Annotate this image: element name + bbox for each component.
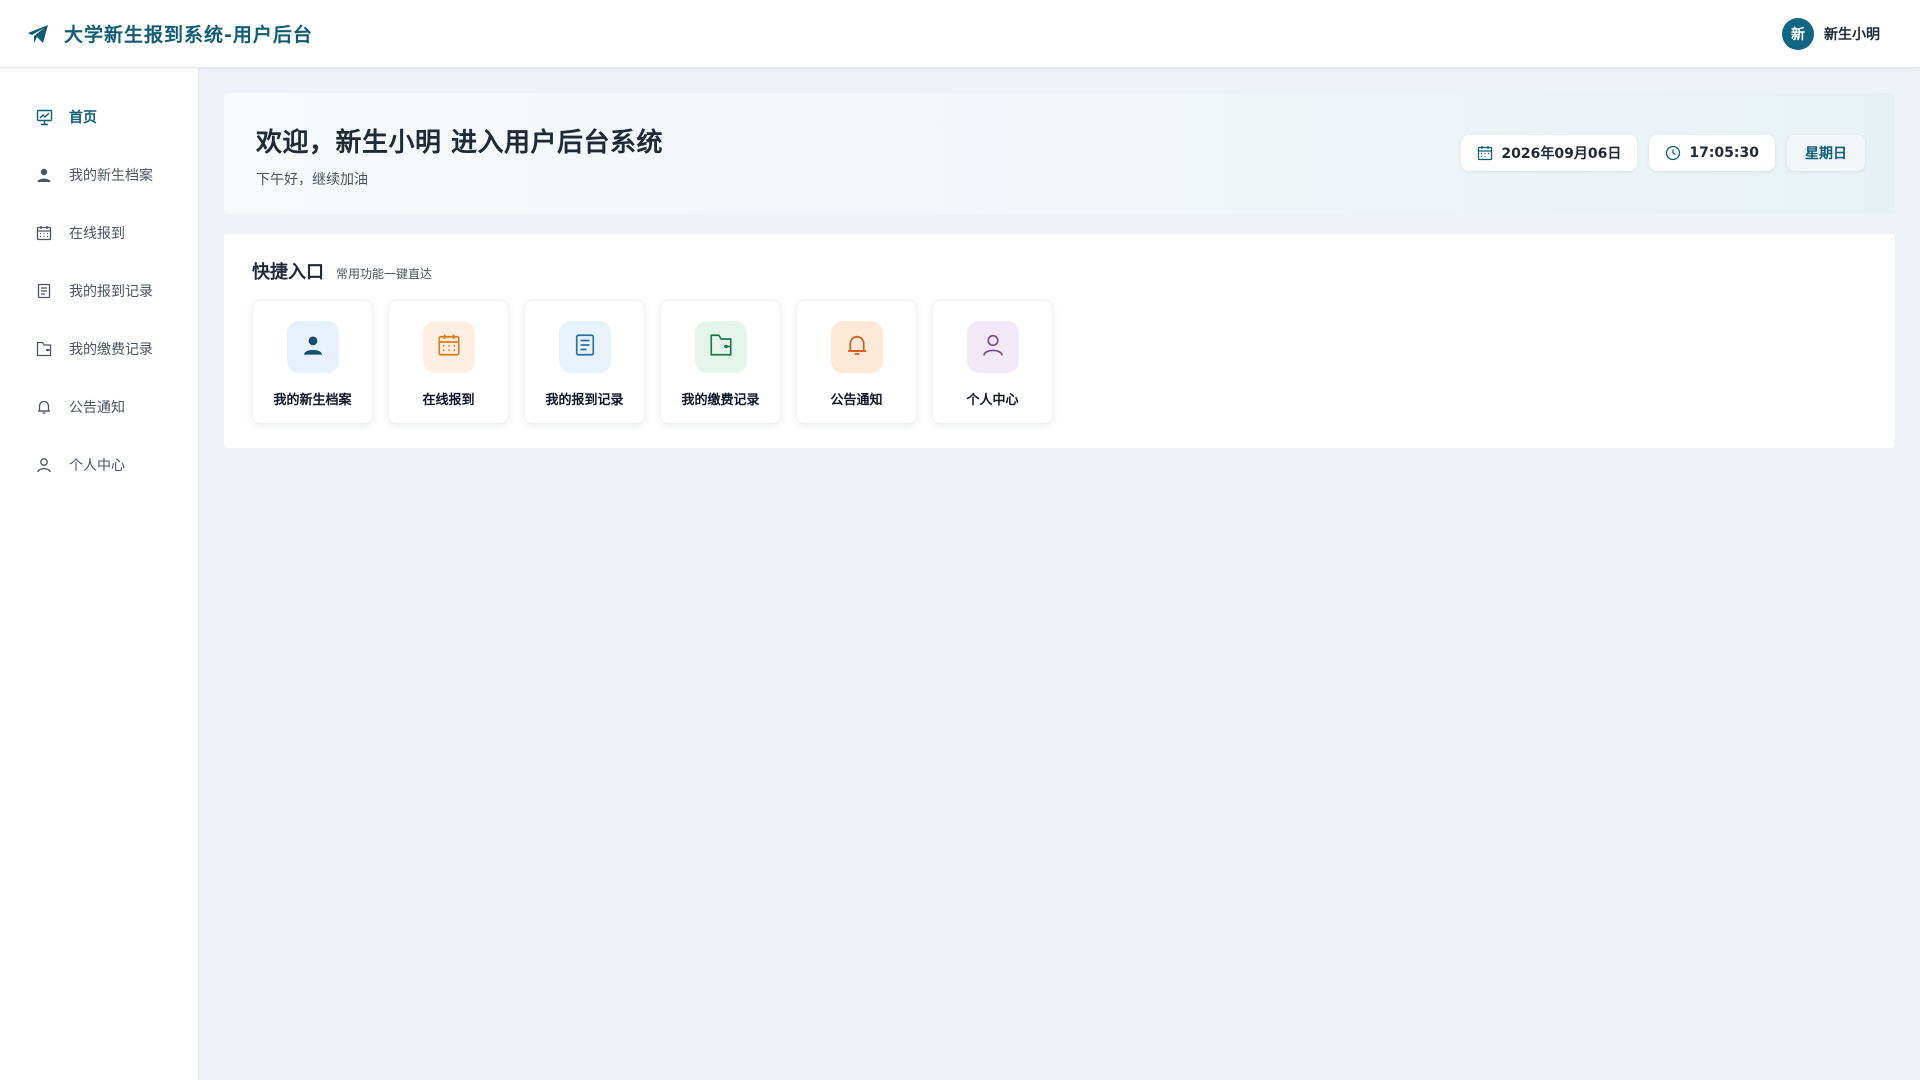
quick-card-announcements[interactable]: 公告通知	[796, 300, 917, 424]
sidebar-item-home[interactable]: 首页	[0, 88, 198, 146]
app-title: 大学新生报到系统-用户后台	[64, 24, 313, 46]
sidebar-item-online-checkin[interactable]: 在线报到	[0, 204, 198, 262]
quick-access-subtitle: 常用功能一键直达	[336, 267, 433, 281]
card-label: 我的新生档案	[273, 393, 352, 408]
card-label: 我的缴费记录	[681, 393, 760, 408]
card-label: 个人中心	[966, 393, 1019, 408]
quick-card-online-checkin[interactable]: 在线报到	[388, 300, 509, 424]
sidebar-item-payment-records[interactable]: 我的缴费记录	[0, 320, 198, 378]
calendar-icon	[1477, 145, 1493, 161]
wallet-icon	[709, 333, 733, 361]
user-name[interactable]: 新生小明	[1824, 24, 1880, 44]
paper-plane-icon	[26, 22, 50, 46]
quick-access-title: 快捷入口	[252, 262, 324, 283]
weekday-text: 星期日	[1805, 146, 1847, 162]
card-icon-tile	[422, 321, 475, 373]
sidebar-item-checkin-records[interactable]: 我的报到记录	[0, 262, 198, 320]
sidebar-item-personal-center[interactable]: 个人中心	[0, 436, 198, 494]
top-header: 大学新生报到系统-用户后台 新 新生小明	[0, 0, 1920, 68]
user-outline-icon	[981, 333, 1005, 361]
card-icon-tile	[694, 321, 747, 373]
quick-access-cards: 我的新生档案 在线报到 我的报到记录 我的缴费记录 公告通知 个人中心	[252, 300, 1867, 424]
brand[interactable]: 大学新生报到系统-用户后台	[26, 20, 313, 47]
user-icon	[35, 166, 53, 184]
quick-card-checkin-records[interactable]: 我的报到记录	[524, 300, 645, 424]
clock-icon	[1665, 145, 1681, 161]
sidebar-item-label: 公告通知	[69, 400, 125, 416]
document-icon	[573, 333, 597, 361]
welcome-subtitle: 下午好，继续加油	[256, 172, 368, 188]
datetime-pills: 2026年09月06日 17:05:30 星期日	[1461, 135, 1865, 171]
main-content: 欢迎，新生小明 进入用户后台系统 下午好，继续加油 2026年09月06日 17…	[224, 93, 1895, 448]
date-text: 2026年09月06日	[1501, 146, 1622, 162]
welcome-banner: 欢迎，新生小明 进入用户后台系统 下午好，继续加油 2026年09月06日 17…	[224, 93, 1895, 214]
quick-access-panel: 快捷入口 常用功能一键直达 我的新生档案 在线报到 我的报到记录 我的缴费记录 …	[224, 234, 1895, 448]
card-label: 公告通知	[830, 393, 883, 408]
user-outline-icon	[35, 456, 53, 474]
sidebar-item-label: 我的缴费记录	[69, 342, 153, 358]
card-label: 我的报到记录	[545, 393, 624, 408]
user-menu[interactable]: 新 新生小明	[1782, 17, 1880, 50]
user-icon	[302, 334, 324, 360]
presentation-board-icon	[35, 108, 53, 126]
sidebar-item-label: 在线报到	[69, 226, 125, 242]
calendar-icon	[35, 224, 53, 242]
card-icon-tile	[286, 321, 339, 373]
card-label: 在线报到	[422, 393, 475, 408]
sidebar-item-label: 个人中心	[69, 458, 125, 474]
card-icon-tile	[558, 321, 611, 373]
quick-card-personal-center[interactable]: 个人中心	[932, 300, 1053, 424]
sidebar-item-profile-archive[interactable]: 我的新生档案	[0, 146, 198, 204]
sidebar-item-announcements[interactable]: 公告通知	[0, 378, 198, 436]
sidebar-item-label: 首页	[69, 110, 97, 126]
quick-card-payment-records[interactable]: 我的缴费记录	[660, 300, 781, 424]
card-icon-tile	[966, 321, 1019, 373]
sidebar-item-label: 我的新生档案	[69, 168, 153, 184]
date-pill: 2026年09月06日	[1461, 135, 1638, 171]
bell-icon	[845, 333, 869, 361]
document-icon	[35, 282, 53, 300]
card-icon-tile	[830, 321, 883, 373]
sidebar-item-label: 我的报到记录	[69, 284, 153, 300]
sidebar: 首页 我的新生档案 在线报到 我的报到记录 我的缴费记录 公告通知 个人中心	[0, 68, 199, 1080]
time-text: 17:05:30	[1689, 145, 1759, 161]
quick-access-header: 快捷入口 常用功能一键直达	[252, 258, 1867, 284]
weekday-pill: 星期日	[1787, 135, 1865, 171]
calendar-icon	[437, 333, 461, 361]
bell-icon	[35, 398, 53, 416]
quick-card-profile-archive[interactable]: 我的新生档案	[252, 300, 373, 424]
wallet-icon	[35, 340, 53, 358]
time-pill: 17:05:30	[1649, 135, 1775, 171]
avatar[interactable]: 新	[1782, 17, 1814, 50]
